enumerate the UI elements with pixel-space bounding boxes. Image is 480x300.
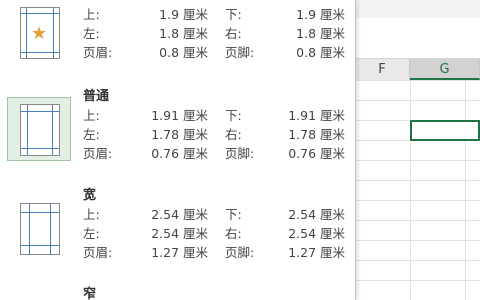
preset-title: 宽 [83,188,97,203]
star-icon: ★ [31,23,48,44]
margins-dropdown: ★ 上: 1.9 厘米 下: 1.9 厘米 左: 1.8 厘米 右: 1.8 厘… [0,0,356,300]
margin-preset-wide[interactable]: 宽 上: 2.54 厘米 下: 2.54 厘米 左: 2.54 厘米 右: 2.… [0,184,355,264]
preset-thumbnail [7,97,71,161]
margin-row: 页眉: 0.76 厘米 页脚: 0.76 厘米 [83,146,345,161]
preset-thumbnail: ★ [7,0,71,64]
margin-row: 上: 1.91 厘米 下: 1.91 厘米 [83,108,345,123]
margin-preset-normal[interactable]: 普通 上: 1.91 厘米 下: 1.91 厘米 左: 1.78 厘米 右: 1… [0,85,355,165]
formula-bar[interactable] [355,0,480,19]
preset-title: 窄 [83,287,97,300]
active-cell[interactable] [410,120,480,141]
margin-row: 左: 1.78 厘米 右: 1.78 厘米 [83,127,345,142]
page-thumbnail [20,104,60,156]
column-header-g[interactable]: G [410,59,480,80]
column-header-f[interactable]: F [355,59,410,80]
margin-row: 左: 1.8 厘米 右: 1.8 厘米 [83,26,345,41]
page-thumbnail: ★ [20,7,60,59]
cell-grid[interactable] [355,80,480,300]
preset-thumbnail [7,196,71,260]
preset-title: 普通 [83,89,110,104]
ribbon-gap [355,18,480,59]
margin-row: 左: 2.54 厘米 右: 2.54 厘米 [83,226,345,241]
margin-row: 页眉: 1.27 厘米 页脚: 1.27 厘米 [83,245,345,260]
margin-row: 页眉: 0.8 厘米 页脚: 0.8 厘米 [83,45,345,60]
page-thumbnail [20,203,60,255]
margin-row: 上: 2.54 厘米 下: 2.54 厘米 [83,207,345,222]
margin-preset-narrow[interactable]: 窄 [0,283,355,300]
margin-preset-last-custom[interactable]: ★ 上: 1.9 厘米 下: 1.9 厘米 左: 1.8 厘米 右: 1.8 厘… [0,0,355,70]
margin-row: 上: 1.9 厘米 下: 1.9 厘米 [83,7,345,22]
